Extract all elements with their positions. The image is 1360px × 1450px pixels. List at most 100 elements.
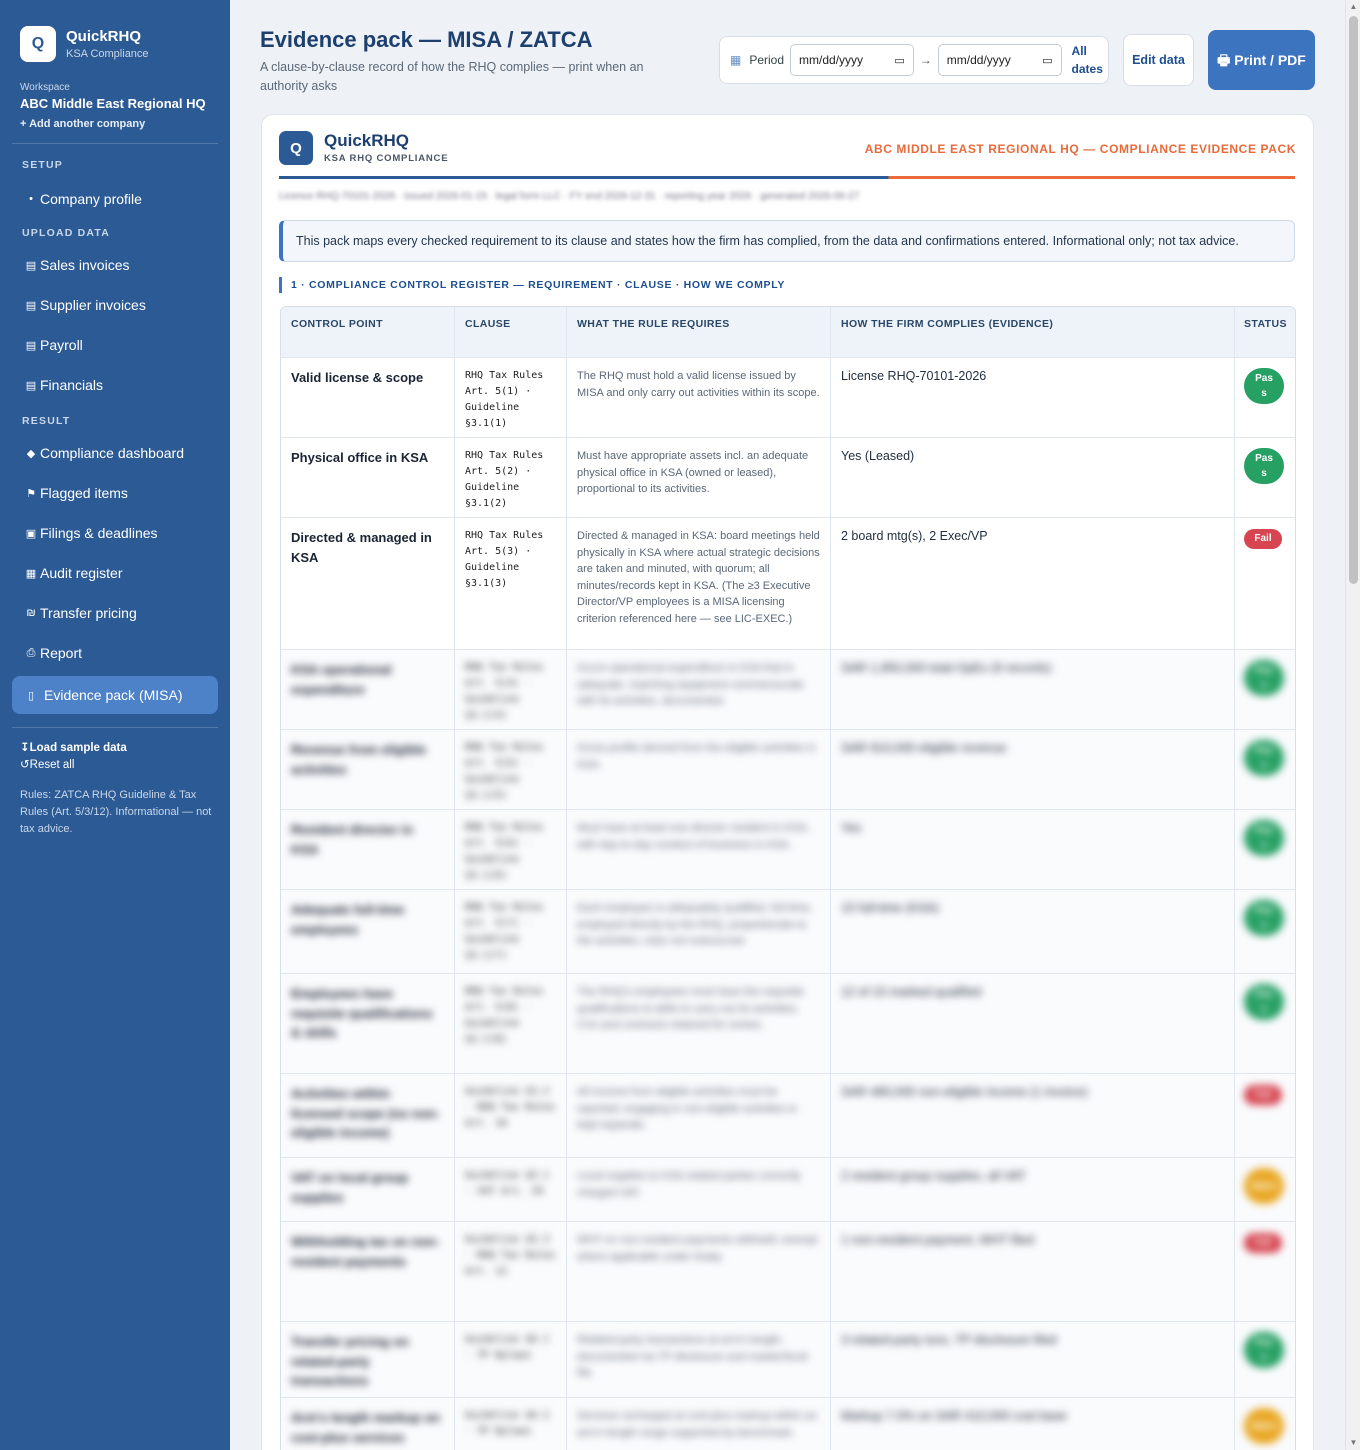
- print-pdf-button[interactable]: 🖶 Print / PDF: [1208, 30, 1315, 90]
- load-sample-data-link[interactable]: ↧Load sample data: [20, 740, 218, 754]
- control-point-cell-wrapper: Physical office in KSA: [281, 438, 454, 517]
- status-badge: Pass: [1244, 820, 1284, 856]
- control-point-cell: Directed & managed in KSA: [291, 530, 432, 565]
- clause-cell: Guideline §6.2 · TP Bylaws: [465, 1410, 550, 1437]
- table-row: Withholding tax on non-resident payments…: [281, 1221, 1295, 1321]
- control-point-cell-wrapper: Directed & managed in KSA: [281, 518, 454, 649]
- nav-label: Sales invoices: [40, 257, 130, 273]
- nav-sales-invoices[interactable]: ▤ Sales invoices: [12, 247, 218, 283]
- nav-compliance-dashboard[interactable]: ◆ Compliance dashboard: [12, 435, 218, 471]
- evidence-cell: Yes (Leased): [841, 449, 915, 463]
- evidence-cell-wrapper: 2 board mtg(s), 2 Exec/VP: [830, 518, 1234, 649]
- control-point-cell-wrapper: Activities within licensed scope (no non…: [281, 1074, 454, 1157]
- page-scrollbar[interactable]: ▲ ▼: [1345, 0, 1360, 1450]
- clause-cell: Guideline §6.1 · TP Bylaws: [465, 1334, 550, 1361]
- column-header: CONTROL POINT: [291, 318, 383, 330]
- calendar-icon: ▦: [730, 53, 742, 67]
- status-cell: Pass: [1234, 438, 1295, 517]
- evidence-cell: 12 of 15 marked qualified: [841, 985, 982, 999]
- evidence-cell: Markup 7.0% on SAR 410,000 cost base: [841, 1409, 1067, 1423]
- evidence-cell: License RHQ-70101-2026: [841, 369, 987, 383]
- date-from-placeholder: mm/dd/yyyy: [799, 53, 864, 67]
- printer-icon: ⎙: [26, 646, 36, 659]
- clause-cell: RHQ Tax Rules Art. 5(6) · Guideline §3.1…: [465, 822, 544, 881]
- evidence-cell-wrapper: 15 full-time (KSA): [830, 890, 1234, 973]
- status-badge: Pass: [1244, 660, 1284, 696]
- calendar-picker-icon[interactable]: ▭: [1042, 54, 1052, 67]
- status-badge: Pass: [1244, 900, 1284, 936]
- control-point-cell: Valid license & scope: [291, 370, 424, 385]
- scrollbar-thumb[interactable]: [1349, 16, 1358, 584]
- calendar-picker-icon[interactable]: ▭: [894, 54, 904, 67]
- requirement-cell: Must have at least one director resident…: [577, 822, 810, 851]
- requirement-cell-wrapper: WHT on non-resident payments withheld; e…: [566, 1222, 830, 1321]
- evidence-cell-wrapper: 3 related-party txns, TP disclosure file…: [830, 1322, 1234, 1397]
- control-point-cell-wrapper: Resident director in KSA: [281, 810, 454, 889]
- control-point-cell-wrapper: VAT on local group supplies: [281, 1158, 454, 1221]
- page-subtitle: A clause-by-clause record of how the RHQ…: [260, 60, 644, 94]
- diamond-icon: ◆: [26, 447, 36, 460]
- requirement-cell: Directed & managed in KSA: board meeting…: [577, 530, 820, 625]
- status-cell: Fail: [1234, 1222, 1295, 1321]
- table-row: Adequate full-time employees RHQ Tax Rule…: [281, 889, 1295, 973]
- clause-cell: RHQ Tax Rules Art. 5(5) · Guideline §3.1…: [465, 742, 544, 801]
- table-header-row: CONTROL POINT CLAUSE WHAT THE RULE REQUI…: [281, 307, 1295, 357]
- nav-audit-register[interactable]: ▦ Audit register: [12, 555, 218, 591]
- nav-company-profile[interactable]: • Company profile: [12, 181, 218, 217]
- status-badge: Pass: [1244, 448, 1284, 484]
- status-badge: Fail: [1244, 1084, 1282, 1105]
- edit-data-button[interactable]: Edit data: [1123, 34, 1194, 86]
- evidence-pack-card: Q QuickRHQ KSA RHQ COMPLIANCE ABC MIDDLE…: [261, 114, 1314, 1450]
- section-label-setup: SETUP: [22, 159, 64, 171]
- evidence-cell: 2 board mtg(s), 2 Exec/VP: [841, 529, 988, 543]
- divider: [12, 143, 218, 144]
- status-badge: Pass: [1244, 984, 1284, 1020]
- requirement-cell-wrapper: Directed & managed in KSA: board meeting…: [566, 518, 830, 649]
- evidence-cell-wrapper: Yes: [830, 810, 1234, 889]
- nav-label: Evidence pack (MISA): [44, 687, 183, 703]
- clause-cell-wrapper: Guideline §5.3 · RHQ Tax Rules Art. 12: [454, 1222, 566, 1321]
- nav-label: Flagged items: [40, 485, 128, 501]
- workspace-name[interactable]: ABC Middle East Regional HQ: [20, 96, 218, 111]
- scroll-down-icon[interactable]: ▼: [1346, 1436, 1360, 1450]
- nav-supplier-invoices[interactable]: ▤ Supplier invoices: [12, 287, 218, 323]
- status-badge: Warn: [1244, 1408, 1284, 1444]
- status-cell: Pass: [1234, 810, 1295, 889]
- date-to-input[interactable]: mm/dd/yyyy ▭: [937, 44, 1062, 76]
- scroll-up-icon[interactable]: ▲: [1346, 0, 1360, 14]
- nav-flagged-items[interactable]: ⚑ Flagged items: [12, 475, 218, 511]
- page-title: Evidence pack — MISA / ZATCA: [260, 27, 593, 52]
- evidence-cell-wrapper: 12 of 15 marked qualified: [830, 974, 1234, 1073]
- clause-cell: RHQ Tax Rules Art. 5(3) · Guideline §3.1…: [465, 530, 544, 589]
- control-point-cell: Resident director in KSA: [291, 822, 414, 857]
- control-point-cell-wrapper: Adequate full-time employees: [281, 890, 454, 973]
- nav-transfer-pricing[interactable]: ₪ Transfer pricing: [12, 595, 218, 631]
- table-row: Physical office in KSA RHQ Tax Rules Art.…: [281, 437, 1295, 517]
- add-company-link[interactable]: + Add another company: [20, 118, 218, 130]
- brand: Q QuickRHQ KSA Compliance: [12, 26, 218, 62]
- status-cell: Pass: [1234, 358, 1295, 437]
- clause-cell-wrapper: RHQ Tax Rules Art. 5(5) · Guideline §3.1…: [454, 730, 566, 809]
- flag-icon: ⚑: [26, 487, 36, 500]
- reset-all-link[interactable]: ↺Reset all: [20, 757, 218, 771]
- all-dates-button[interactable]: All dates: [1072, 42, 1108, 78]
- nav-financials[interactable]: ▤ Financials: [12, 367, 218, 403]
- nav-payroll[interactable]: ▤ Payroll: [12, 327, 218, 363]
- control-point-cell: KSA operational expenditure: [291, 662, 392, 697]
- table-row: Revenue from eligible activities RHQ Tax …: [281, 729, 1295, 809]
- nav-report[interactable]: ⎙ Report: [12, 635, 218, 671]
- table-row: Directed & managed in KSA RHQ Tax Rules A…: [281, 517, 1295, 649]
- evidence-cell: SAR 910,000 eligible revenue: [841, 741, 1007, 755]
- table-icon: ▤: [25, 379, 37, 392]
- nav-filings-deadlines[interactable]: ▣ Filings & deadlines: [12, 515, 218, 551]
- arrow-icon: →: [919, 53, 932, 67]
- date-from-input[interactable]: mm/dd/yyyy ▭: [790, 44, 914, 76]
- table-row: KSA operational expenditure RHQ Tax Rules…: [281, 649, 1295, 729]
- evidence-cell: 3 related-party txns, TP disclosure file…: [841, 1333, 1057, 1347]
- grid-icon: ▦: [25, 567, 37, 580]
- evidence-cell-wrapper: SAR 480,000 non-eligible income (1 invoi…: [830, 1074, 1234, 1157]
- header-rule: [279, 176, 1295, 179]
- date-to-placeholder: mm/dd/yyyy: [946, 53, 1011, 67]
- nav-evidence-pack[interactable]: ▯ Evidence pack (MISA): [12, 676, 218, 714]
- clause-cell: RHQ Tax Rules Art. 5(7) · Guideline §3.1…: [465, 902, 544, 961]
